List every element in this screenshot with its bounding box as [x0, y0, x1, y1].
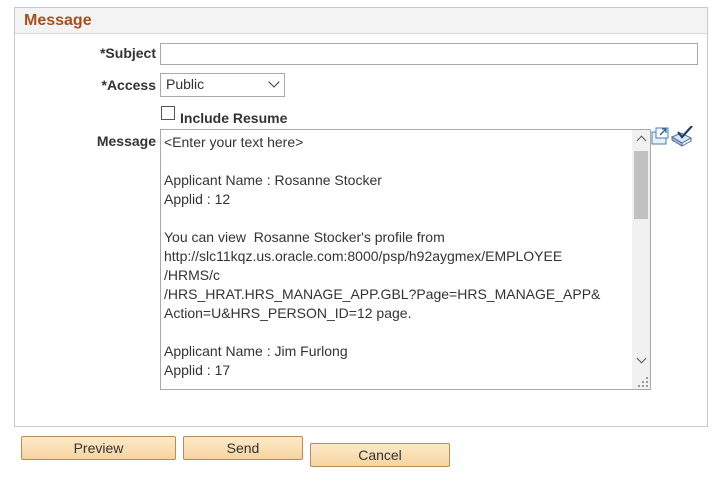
include-resume-label: Include Resume: [180, 110, 288, 126]
include-resume-checkbox[interactable]: [161, 106, 175, 120]
spell-check-icon[interactable]: [670, 125, 693, 147]
message-scrollbar[interactable]: [632, 130, 650, 389]
message-text: <Enter your text here> Applicant Name : …: [164, 134, 601, 378]
cancel-button[interactable]: Cancel: [310, 443, 450, 467]
message-label: Message: [96, 133, 156, 149]
preview-button[interactable]: Preview: [21, 436, 176, 460]
access-select[interactable]: Public: [160, 73, 285, 97]
resize-grip-icon[interactable]: [638, 377, 648, 387]
chevron-down-icon: [636, 353, 647, 364]
chevron-up-icon: [636, 135, 647, 146]
scroll-thumb[interactable]: [634, 151, 648, 219]
expand-window-icon[interactable]: [651, 127, 669, 145]
section-title: Message: [24, 12, 92, 29]
message-tools: [651, 125, 695, 148]
chevron-down-icon: [268, 76, 280, 88]
message-panel: Message *Subject *Access Public Include …: [14, 7, 708, 427]
scroll-up-button[interactable]: [632, 130, 650, 147]
send-button[interactable]: Send: [183, 436, 303, 460]
access-label: *Access: [101, 77, 157, 93]
subject-label: *Subject: [99, 45, 156, 61]
access-selected-value: Public: [166, 76, 205, 92]
subject-input[interactable]: [160, 43, 698, 65]
panel-header: Message: [15, 8, 707, 34]
scroll-down-button[interactable]: [632, 352, 650, 369]
message-tools-svg: [651, 125, 693, 147]
message-textarea[interactable]: <Enter your text here> Applicant Name : …: [160, 129, 651, 390]
